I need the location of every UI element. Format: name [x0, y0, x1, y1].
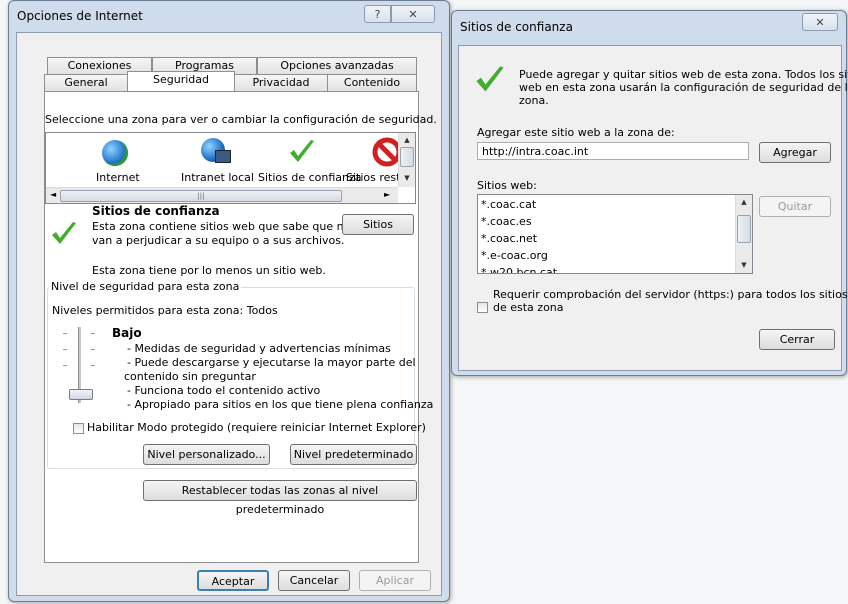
trusted-zone-check-icon [52, 222, 76, 244]
window-title: Opciones de Internet [17, 9, 143, 23]
zones-list: Internet Intranet local Sitios de confia… [45, 132, 416, 204]
close-dialog-button[interactable]: Cerrar [759, 329, 835, 350]
zone-has-sites: Esta zona tiene por lo menos un sitio we… [92, 264, 326, 277]
require-https-checkbox[interactable] [477, 302, 488, 313]
level-desc-1: - Medidas de seguridad y advertencias mí… [127, 342, 391, 355]
require-https-label-1: Requerir comprobación del servidor (http… [493, 288, 848, 301]
zone-trusted[interactable]: Sitios de confianza [254, 135, 362, 185]
allowed-levels: Niveles permitidos para esta zona: Todos [52, 304, 278, 317]
dialog-info-3: zona. [519, 94, 549, 107]
list-item[interactable]: *.coac.cat [481, 198, 536, 211]
dialog-body: Conexiones Programas Opciones avanzadas … [16, 32, 442, 596]
zone-label-internet: Internet [96, 171, 140, 184]
remove-site-button[interactable]: Quitar [759, 196, 831, 217]
dialog-info-1: Puede agregar y quitar sitios web de est… [519, 68, 848, 81]
protected-mode-checkbox[interactable] [73, 423, 84, 434]
tab-general[interactable]: General [44, 74, 128, 91]
trusted-check-icon [476, 66, 504, 92]
default-level-button[interactable]: Nivel predeterminado [290, 444, 417, 465]
help-button[interactable]: ? [364, 5, 391, 23]
checkmark-icon [290, 140, 314, 162]
dialog-title: Sitios de confianza [460, 20, 573, 34]
dialog-close-button[interactable]: ✕ [802, 13, 838, 31]
zone-internet[interactable]: Internet [76, 135, 156, 185]
zone-desc-2: van a perjudicar a su equipo o a sus arc… [92, 234, 345, 247]
reset-all-zones-button[interactable]: Restablecer todas las zonas al nivel pre… [143, 480, 417, 516]
list-item[interactable]: *.w20.bcn.cat [481, 266, 557, 273]
cancel-button[interactable]: Cancelar [278, 570, 350, 591]
level-name: Bajo [112, 326, 142, 340]
zone-intranet[interactable]: Intranet local [171, 135, 261, 185]
zone-restricted[interactable]: Sitios restri [346, 135, 408, 185]
zones-vscrollbar[interactable]: ▲ ▼ [398, 133, 415, 187]
dialog-title-bar: Sitios de confianza ✕ [452, 11, 846, 41]
zone-title: Sitios de confianza [92, 204, 220, 218]
websites-list: *.coac.cat *.coac.es *.coac.net *.e-coac… [477, 194, 753, 274]
security-level-slider[interactable] [59, 327, 99, 407]
globe-icon [102, 140, 128, 166]
apply-button[interactable]: Aplicar [359, 570, 431, 591]
list-item[interactable]: *.coac.net [481, 232, 537, 245]
websites-scrollbar[interactable]: ▲ ▼ [735, 195, 752, 273]
zone-prompt: Seleccione una zona para ver o cambiar l… [45, 113, 437, 126]
ok-button[interactable]: Aceptar [197, 570, 269, 591]
tab-opciones-avanzadas[interactable]: Opciones avanzadas [257, 57, 417, 74]
zone-desc-1: Esta zona contiene sitios web que sabe q… [92, 220, 351, 233]
require-https-label-2: de esta zona [493, 301, 564, 314]
protected-mode-label: Habilitar Modo protegido (requiere reini… [87, 421, 426, 434]
trusted-sites-dialog: Sitios de confianza ✕ Puede agregar y qu… [451, 10, 848, 376]
add-site-input[interactable] [477, 142, 749, 160]
zone-label-intranet: Intranet local [181, 171, 254, 184]
websites-label: Sitios web: [477, 179, 537, 192]
list-item[interactable]: *.coac.es [481, 215, 532, 228]
slider-thumb[interactable] [69, 389, 93, 400]
zones-hscrollbar[interactable]: ◄ ||| ► [46, 187, 398, 203]
tab-seguridad[interactable]: Seguridad [127, 71, 235, 91]
add-site-label: Agregar este sitio web a la zona de: [477, 126, 675, 139]
dialog-info-2: web en esta zona usarán la configuración… [519, 81, 848, 94]
sites-button[interactable]: Sitios [342, 214, 414, 235]
add-site-button[interactable]: Agregar [759, 142, 831, 163]
level-desc-5: - Apropiado para sitios en los que tiene… [127, 398, 434, 411]
internet-options-window: Opciones de Internet ? ✕ Conexiones Prog… [8, 0, 450, 602]
level-desc-2: - Puede descargarse y ejecutarse la mayo… [127, 356, 416, 369]
security-tab-page: Seleccione una zona para ver o cambiar l… [44, 91, 437, 563]
level-group-label: Nivel de seguridad para esta zona [49, 280, 242, 293]
list-item[interactable]: *.e-coac.org [481, 249, 548, 262]
tab-privacidad[interactable]: Privacidad [234, 74, 328, 91]
dialog-client: Puede agregar y quitar sitios web de est… [458, 45, 848, 371]
level-desc-3: contenido sin preguntar [124, 370, 256, 383]
monitor-icon [215, 150, 231, 163]
title-bar: Opciones de Internet ? ✕ [9, 1, 449, 31]
tab-contenido[interactable]: Contenido [327, 74, 417, 91]
level-desc-4: - Funciona todo el contenido activo [127, 384, 321, 397]
custom-level-button[interactable]: Nivel personalizado... [143, 444, 270, 465]
close-button[interactable]: ✕ [391, 5, 435, 23]
